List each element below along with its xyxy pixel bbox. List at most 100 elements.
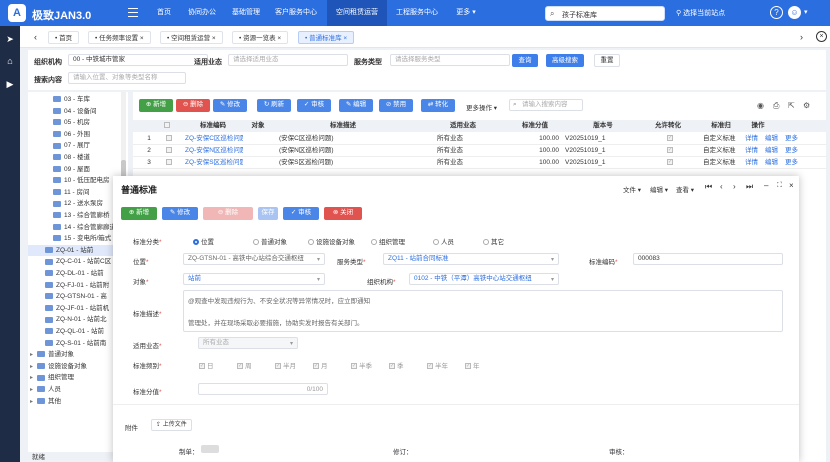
tree-node[interactable]: 06 - 外围: [28, 129, 128, 140]
send-icon[interactable]: ➤: [5, 34, 15, 44]
nav-customer[interactable]: 客户服务中心: [268, 0, 324, 26]
modal-file-menu[interactable]: 文件 ▾: [623, 184, 641, 194]
freq-checkbox[interactable]: ✓ 年: [465, 360, 480, 370]
row-convert-checkbox[interactable]: ✓: [667, 158, 675, 168]
row-convert-checkbox[interactable]: ✓: [667, 134, 675, 144]
reset-button[interactable]: 重置: [594, 54, 620, 67]
more-ops-dropdown[interactable]: 更多操作 ▾: [466, 102, 497, 112]
table-row[interactable]: ✓ 1 ZQ-安保C区巡检问题 (安保C区巡检问题) 所有业态 100.00 V202510…: [133, 133, 826, 145]
location-selector[interactable]: ⚲ 选择当前站点: [676, 8, 725, 18]
row-more-link[interactable]: 更多: [785, 146, 798, 156]
svc-select[interactable]: 请选择服务类型: [390, 54, 510, 66]
help-icon[interactable]: ?: [770, 6, 783, 19]
row-more-link[interactable]: 更多: [785, 134, 798, 144]
edit-button[interactable]: ✎ 修改: [213, 99, 247, 112]
nav-space[interactable]: 空间租赁运营: [327, 0, 387, 26]
nav-collab[interactable]: 协同办公: [182, 0, 222, 26]
export-icon[interactable]: ⇱: [788, 101, 795, 110]
std-type-radio[interactable]: 设施设备对象: [308, 236, 355, 246]
modal-org-select[interactable]: 0102 - 中铁（平潭）高铁中心站交通枢纽 ▾: [409, 273, 559, 285]
position-select[interactable]: ZQ-GTSN-01 - 高铁中心站综合交通枢纽 ▾: [183, 253, 325, 265]
tab-prev-icon[interactable]: ‹: [34, 32, 37, 42]
biz-select[interactable]: 请选择适用业态: [228, 54, 348, 66]
table-row[interactable]: ✓ 3 ZQ-安保S区巡检问题 (安保S区巡检问题) 所有业态 100.00 V202510…: [133, 157, 826, 169]
expand-arrow-icon[interactable]: ▸: [30, 373, 37, 384]
row-checkbox[interactable]: [166, 146, 174, 156]
tab-close-icon[interactable]: ×: [343, 35, 347, 42]
nav-engineering[interactable]: 工程服务中心: [389, 0, 445, 26]
tree-node[interactable]: 09 - 屋面: [28, 164, 128, 175]
global-search[interactable]: ⌕ 孩子标准库: [545, 6, 665, 21]
score-input[interactable]: 0/100: [198, 383, 328, 395]
row-detail-link[interactable]: 详情: [745, 134, 758, 144]
tab-resource[interactable]: • 资源一览表 ×: [232, 31, 289, 44]
tree-node[interactable]: 05 - 机房: [28, 117, 128, 128]
modal-add-button[interactable]: ⊕ 新增: [121, 207, 157, 220]
maximize-icon[interactable]: ⛶: [777, 182, 782, 190]
first-record-icon[interactable]: ⏮: [705, 182, 712, 192]
audit-button[interactable]: ✓ 审核: [297, 99, 331, 112]
modal-delete-button[interactable]: ⊖ 删除: [203, 207, 253, 220]
freq-checkbox[interactable]: ✓ 周: [237, 360, 252, 370]
expand-arrow-icon[interactable]: ▸: [30, 385, 37, 396]
last-record-icon[interactable]: ⏭: [746, 182, 753, 192]
freq-checkbox[interactable]: ✓ 半年: [427, 360, 448, 370]
nav-basic[interactable]: 基础管理: [226, 0, 266, 26]
modal-biz-select[interactable]: 所有业态 ▾: [198, 337, 298, 349]
upload-button[interactable]: ⇪ 上传文件: [151, 419, 192, 431]
user-avatar-icon[interactable]: ☺: [788, 6, 801, 19]
modify-button[interactable]: ✎ 编辑: [339, 99, 373, 112]
row-checkbox[interactable]: [166, 134, 174, 144]
play-icon[interactable]: ▶: [5, 79, 15, 89]
row-detail-link[interactable]: 详情: [745, 158, 758, 168]
modal-edit-button[interactable]: ✎ 修改: [162, 207, 198, 220]
tab-standard-lib[interactable]: • 普通标准库 ×: [298, 31, 355, 44]
minimize-icon[interactable]: –: [764, 181, 768, 190]
object-select[interactable]: 站前 ▾: [183, 273, 325, 285]
tab-close-icon[interactable]: ×: [140, 35, 144, 42]
tab-task-freq[interactable]: • 任务频率设置 ×: [88, 31, 151, 44]
delete-button[interactable]: ⊖ 删除: [176, 99, 210, 112]
refresh-button[interactable]: ↻ 刷新: [257, 99, 291, 112]
expand-arrow-icon[interactable]: ▸: [30, 397, 37, 408]
table-search-input[interactable]: ⌕ 请输入搜索内容: [509, 99, 583, 111]
desc-textarea[interactable]: @观查中发现违规行为、不安全状况等异常情况时，应立即通知 管理处，并在现场采取必…: [183, 290, 783, 332]
modal-save-button[interactable]: 保存: [258, 207, 278, 220]
tab-close-icon[interactable]: ×: [212, 35, 216, 42]
home-icon[interactable]: ⌂: [5, 56, 15, 66]
freq-checkbox[interactable]: ✓ 半季: [351, 360, 372, 370]
freq-checkbox[interactable]: ✓ 日: [199, 360, 214, 370]
row-edit-link[interactable]: 编辑: [765, 158, 778, 168]
std-type-radio[interactable]: 组织管理: [371, 236, 405, 246]
tree-node[interactable]: 08 - 楼道: [28, 152, 128, 163]
modal-view-menu[interactable]: 查看 ▾: [676, 184, 694, 194]
std-type-radio[interactable]: 人员: [433, 236, 454, 246]
tab-close-icon[interactable]: ×: [277, 35, 281, 42]
tree-node[interactable]: 03 - 车库: [28, 94, 128, 105]
convert-button[interactable]: ⇄ 转化: [421, 99, 455, 112]
disable-button[interactable]: ⊘ 禁用: [379, 99, 413, 112]
tree-node[interactable]: 04 - 设备间: [28, 106, 128, 117]
row-detail-link[interactable]: 详情: [745, 146, 758, 156]
freq-checkbox[interactable]: ✓ 月: [313, 360, 328, 370]
tab-next-icon[interactable]: ›: [800, 32, 803, 42]
row-checkbox[interactable]: [166, 158, 174, 168]
keyword-input[interactable]: 请输入位置、对象等类型名称: [68, 72, 186, 84]
nav-more[interactable]: 更多 ▾: [451, 0, 481, 26]
std-type-radio[interactable]: 位置: [193, 236, 214, 246]
std-type-radio[interactable]: 普通对象: [253, 236, 287, 246]
freq-checkbox[interactable]: ✓ 半月: [275, 360, 296, 370]
service-type-select[interactable]: ZQ11 - 站前合同标准 ▾: [383, 253, 559, 265]
expand-arrow-icon[interactable]: ▸: [30, 350, 37, 361]
tree-node[interactable]: 07 - 展厅: [28, 140, 128, 151]
code-input[interactable]: 000083: [633, 253, 783, 265]
tab-space-ops[interactable]: • 空间租赁运营 ×: [160, 31, 223, 44]
menu-icon[interactable]: [128, 8, 138, 17]
row-edit-link[interactable]: 编辑: [765, 134, 778, 144]
modal-audit-button[interactable]: ✓ 审核: [283, 207, 319, 220]
query-button[interactable]: 查询: [512, 54, 538, 67]
row-convert-checkbox[interactable]: ✓: [667, 146, 675, 156]
print-icon[interactable]: ⎙: [773, 101, 779, 111]
tab-home[interactable]: • 首页: [48, 31, 80, 44]
std-type-radio[interactable]: 其它: [483, 236, 504, 246]
